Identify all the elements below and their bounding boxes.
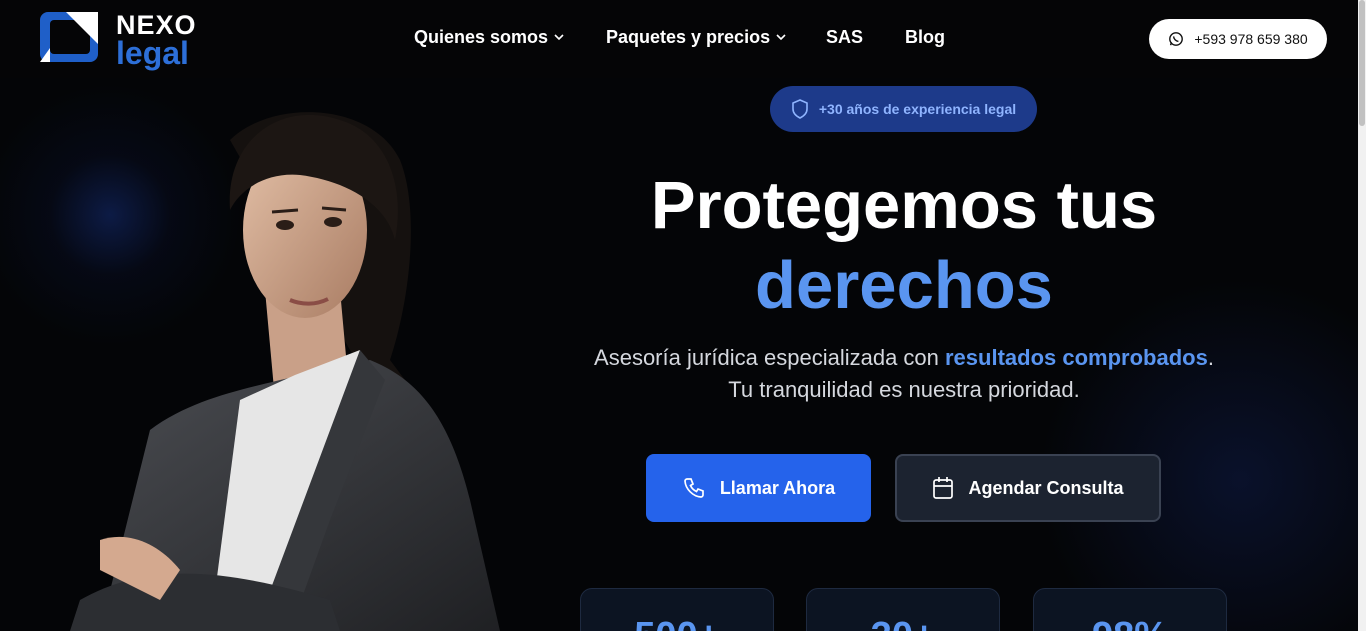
hero-title-line2: derechos [755,248,1053,323]
chevron-down-icon [776,34,786,41]
logo[interactable]: NEXO legal [36,8,216,70]
hero-subtitle-line1: Asesoría jurídica especializada con resu… [554,342,1254,374]
nav-label: SAS [826,27,864,47]
call-now-label: Llamar Ahora [719,477,836,498]
logo-text-legal: legal [116,35,189,71]
stat-value: 500+ [581,615,773,631]
stat-value: 30+ [807,615,999,631]
stat-value: 98% [1034,615,1226,631]
hero-title-line1: Protegemos tus [650,168,1158,243]
experience-badge: +30 años de experiencia legal [770,86,1037,132]
hero-subtitle-line2: Tu tranquilidad es nuestra prioridad. [728,377,1080,402]
call-now-button[interactable]: Llamar Ahora [646,454,871,522]
nav-quienes-somos[interactable]: Quienes somos [414,27,564,48]
phone-number: +593 978 659 380 [1194,31,1308,47]
nav-blog[interactable]: Blog [905,27,945,48]
subtitle-text: Asesoría jurídica especializada con [594,345,945,370]
phone-icon [683,478,704,498]
logo-mark-icon [40,12,98,62]
stat-card: 500+ [580,588,774,631]
nav-sas[interactable]: SAS [826,27,863,48]
scrollbar-thumb[interactable] [1359,0,1365,126]
nav-label: Quienes somos [414,27,549,47]
subtitle-highlight: resultados comprobados [945,345,1208,370]
badge-label: +30 años de experiencia legal [818,101,1017,117]
shield-icon [792,99,808,119]
nav-paquetes-precios[interactable]: Paquetes y precios [606,27,786,48]
page: NEXO legal Quienes somos Paquetes y prec… [0,0,1366,631]
whatsapp-icon [1169,32,1184,46]
schedule-consultation-button[interactable]: Agendar Consulta [895,454,1161,522]
site-header: NEXO legal Quienes somos Paquetes y prec… [0,0,1358,78]
whatsapp-phone-button[interactable]: +593 978 659 380 [1149,19,1327,59]
schedule-label: Agendar Consulta [968,477,1124,498]
subtitle-period: . [1207,345,1214,370]
chevron-down-icon [554,34,564,41]
nav-label: Paquetes y precios [606,27,771,47]
stat-card: 30+ [806,588,1000,631]
lawyer-portrait-image [70,112,500,631]
nav-label: Blog [905,27,945,47]
calendar-icon [933,477,954,499]
stat-card: 98% [1033,588,1227,631]
